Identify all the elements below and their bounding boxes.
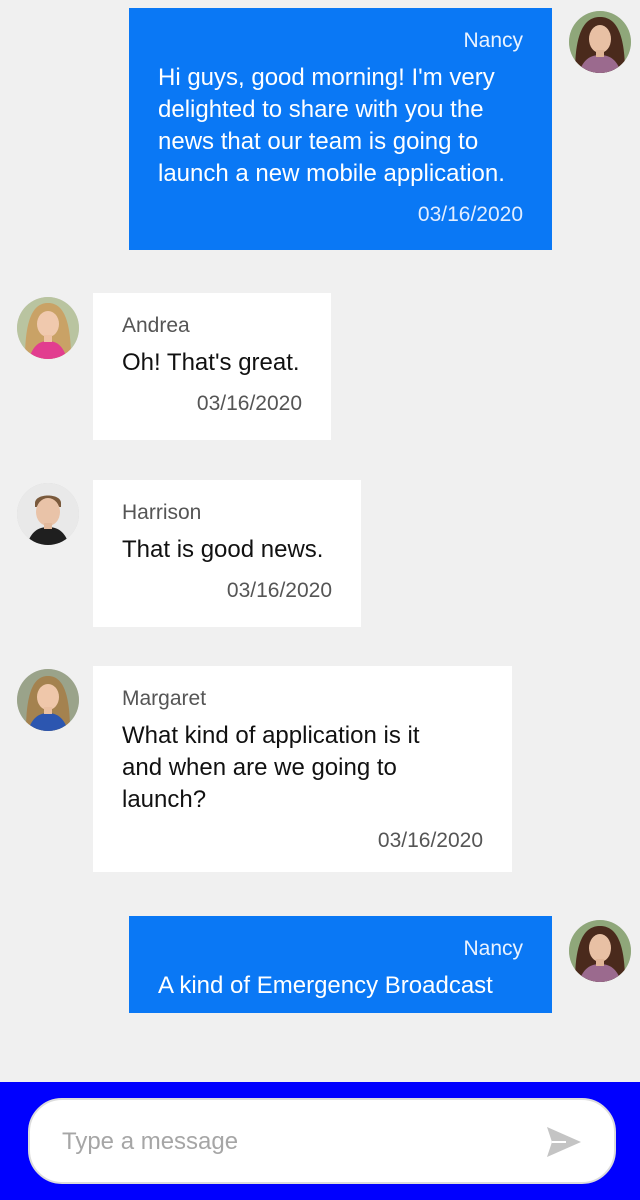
message-input[interactable] [62, 1120, 522, 1164]
avatar-margaret[interactable] [17, 669, 79, 731]
avatar-andrea[interactable] [17, 297, 79, 359]
message-bubble-incoming: Andrea Oh! That's great. 03/16/2020 [93, 293, 331, 440]
message-timestamp: 03/16/2020 [226, 579, 332, 602]
message-text: Hi guys, good morning! I'm very delighte… [158, 64, 505, 187]
message-text: A kind of Emergency Broadcast [158, 972, 493, 999]
send-icon [547, 1127, 581, 1157]
message-timestamp: 03/16/2020 [417, 203, 523, 226]
message-bubble-incoming: Margaret What kind of application is it … [93, 666, 512, 872]
send-button[interactable] [544, 1124, 584, 1160]
message-sender: Harrison [122, 501, 202, 524]
message-sender: Margaret [122, 687, 207, 710]
composer-bar [0, 1082, 640, 1200]
message-text: What kind of application is it and when … [122, 722, 420, 813]
message-sender: Nancy [463, 937, 523, 960]
avatar-nancy[interactable] [569, 11, 631, 73]
message-bubble-incoming: Harrison That is good news. 03/16/2020 [93, 480, 361, 627]
message-sender: Nancy [463, 29, 523, 52]
message-text: That is good news. [122, 536, 324, 563]
message-composer[interactable] [28, 1098, 616, 1184]
avatar-harrison[interactable] [17, 483, 79, 545]
message-timestamp: 03/16/2020 [196, 392, 302, 415]
message-bubble-outgoing: Nancy Hi guys, good morning! I'm very de… [129, 8, 552, 250]
chat-message-list[interactable]: Nancy Hi guys, good morning! I'm very de… [0, 0, 640, 1082]
message-bubble-outgoing: Nancy A kind of Emergency Broadcast [129, 916, 552, 1013]
message-timestamp: 03/16/2020 [377, 829, 483, 852]
message-sender: Andrea [122, 314, 190, 337]
avatar-nancy[interactable] [569, 920, 631, 982]
message-text: Oh! That's great. [122, 349, 300, 376]
